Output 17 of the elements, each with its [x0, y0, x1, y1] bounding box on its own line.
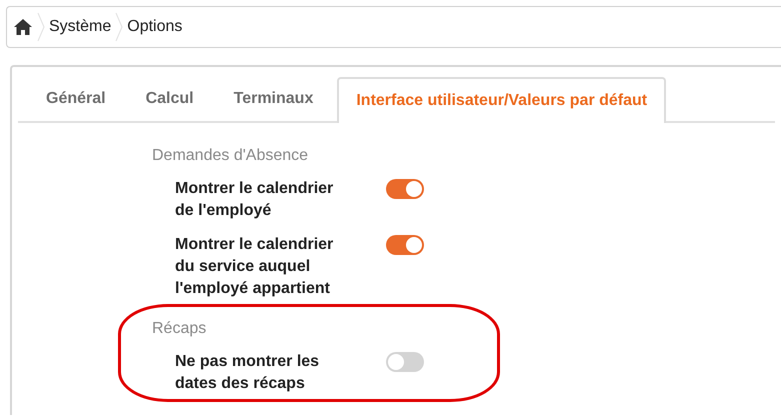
toggle-switch[interactable]: [386, 235, 424, 255]
option-label: Montrer le calendrier de l'employé: [175, 179, 334, 221]
tab[interactable]: Calcul: [126, 77, 214, 121]
section-heading: Demandes d'Absence: [152, 146, 308, 166]
section-heading: Récaps: [152, 319, 206, 339]
toggle-switch[interactable]: [386, 352, 424, 372]
tab[interactable]: Général: [26, 77, 126, 121]
breadcrumb-link[interactable]: Options: [127, 15, 182, 39]
toggle-switch[interactable]: [386, 179, 424, 199]
option-label: Montrer le calendrier du service auquel l'employé appartient: [175, 235, 334, 299]
chevron-icon: [115, 12, 124, 42]
home-icon[interactable]: [13, 18, 33, 36]
chevron-icon: [37, 12, 45, 42]
option-label: Ne pas montrer les dates des récaps: [175, 352, 320, 394]
tab[interactable]: Terminaux: [214, 77, 334, 121]
breadcrumb-link[interactable]: Système: [49, 15, 112, 39]
tab[interactable]: Interface utilisateur/Valeurs par défaut: [337, 77, 666, 123]
